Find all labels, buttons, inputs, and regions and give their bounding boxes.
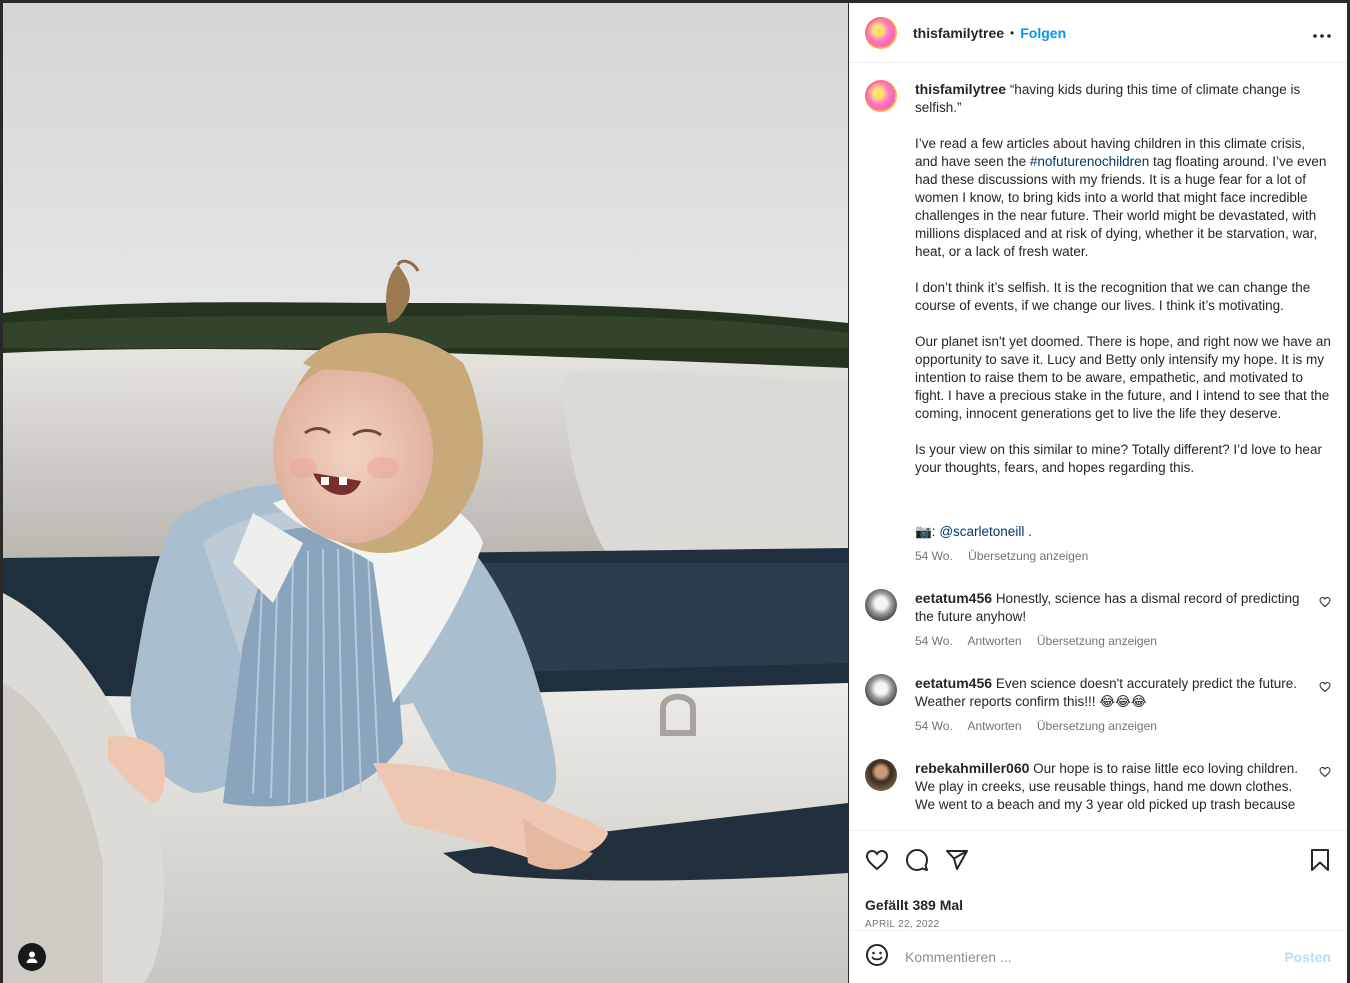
comment-like-heart-icon[interactable] — [1319, 595, 1331, 613]
post-photo-illustration — [3, 3, 848, 983]
share-icon[interactable] — [945, 848, 969, 872]
caption-paragraph-1: thisfamilytree “having kids during this … — [915, 81, 1304, 115]
comment-meta: 54 Wo. Antworten Übersetzung anzeigen — [915, 632, 1307, 650]
commenter-username[interactable]: eetatum456 — [915, 675, 992, 691]
comment-form: Posten — [849, 930, 1347, 983]
header-separator: • — [1010, 25, 1015, 40]
caption-time[interactable]: 54 Wo. — [915, 549, 953, 563]
heart-icon[interactable] — [865, 848, 889, 872]
tagged-users-button[interactable] — [18, 943, 46, 971]
more-icon[interactable] — [1313, 22, 1331, 43]
commenter-avatar[interactable] — [865, 674, 897, 706]
bookmark-icon[interactable] — [1309, 848, 1331, 872]
caption-credit: 📷: @scarletoneill . — [915, 524, 1032, 539]
translate-button[interactable]: Übersetzung anzeigen — [1037, 634, 1157, 648]
comment-body: eetatum456 Even science doesn't accurate… — [915, 674, 1331, 735]
comment-time[interactable]: 54 Wo. — [915, 634, 953, 648]
likes-count[interactable]: Gefällt 389 Mal — [865, 897, 1331, 913]
comment-meta: 54 Wo. Antworten Übersetzung anzeigen — [915, 717, 1307, 735]
commenter-avatar[interactable] — [865, 589, 897, 621]
caption-body: thisfamilytree “having kids during this … — [915, 80, 1331, 565]
caption-paragraph-5: Is your view on this similar to mine? To… — [915, 442, 1326, 475]
mention-link[interactable]: @scarletoneill — [939, 524, 1024, 539]
hashtag-link[interactable]: #nofuturenochildren — [1030, 154, 1149, 169]
caption-paragraph-3: I don’t think it’s selfish. It is the re… — [915, 280, 1314, 313]
post-caption: thisfamilytree “having kids during this … — [865, 80, 1331, 565]
comment-body: eetatum456 Honestly, science has a disma… — [915, 589, 1331, 650]
commenter-username[interactable]: rebekahmiller060 — [915, 760, 1029, 776]
reply-button[interactable]: Antworten — [967, 719, 1021, 733]
comment-item: eetatum456 Honestly, science has a disma… — [865, 589, 1331, 650]
action-icons — [865, 845, 1331, 875]
translate-button[interactable]: Übersetzung anzeigen — [1037, 719, 1157, 733]
author-avatar[interactable] — [865, 16, 897, 49]
comment-item: rebekahmiller060 Our hope is to raise li… — [865, 759, 1331, 814]
emoji-icon[interactable] — [865, 943, 889, 972]
comment-item: eetatum456 Even science doesn't accurate… — [865, 674, 1331, 735]
comment-like-heart-icon[interactable] — [1319, 680, 1331, 698]
camera-icon: 📷: — [915, 524, 936, 539]
caption-translate-button[interactable]: Übersetzung anzeigen — [968, 549, 1088, 563]
author-username[interactable]: thisfamilytree — [913, 25, 1004, 41]
post-date[interactable]: APRIL 22, 2022 — [865, 919, 1331, 930]
comment-input[interactable] — [905, 949, 1285, 965]
comment-time[interactable]: 54 Wo. — [915, 719, 953, 733]
commenter-avatar[interactable] — [865, 759, 897, 791]
post-image[interactable] — [3, 3, 848, 983]
caption-paragraph-2: I’ve read a few articles about having ch… — [915, 136, 1331, 259]
reply-button[interactable]: Antworten — [967, 634, 1021, 648]
comment-body: rebekahmiller060 Our hope is to raise li… — [915, 759, 1331, 814]
post-side-panel: thisfamilytree • Folgen thisfamilytree “… — [849, 3, 1347, 983]
follow-button[interactable]: Folgen — [1020, 25, 1066, 41]
caption-username[interactable]: thisfamilytree — [915, 81, 1006, 97]
post-actions: Gefällt 389 Mal APRIL 22, 2022 — [849, 830, 1347, 930]
caption-meta: 54 Wo. Übersetzung anzeigen — [915, 547, 1331, 565]
commenter-username[interactable]: eetatum456 — [915, 590, 992, 606]
comment-icon[interactable] — [905, 848, 929, 872]
comment-like-heart-icon[interactable] — [1319, 765, 1331, 783]
post-comment-button[interactable]: Posten — [1284, 949, 1331, 965]
comments-scroll-area[interactable]: thisfamilytree “having kids during this … — [849, 64, 1347, 830]
post-modal: thisfamilytree • Folgen thisfamilytree “… — [0, 0, 1350, 983]
post-header: thisfamilytree • Folgen — [849, 3, 1347, 63]
user-icon — [25, 950, 39, 964]
caption-paragraph-4: Our planet isn't yet doomed. There is ho… — [915, 334, 1335, 421]
caption-author-avatar[interactable] — [865, 80, 897, 112]
